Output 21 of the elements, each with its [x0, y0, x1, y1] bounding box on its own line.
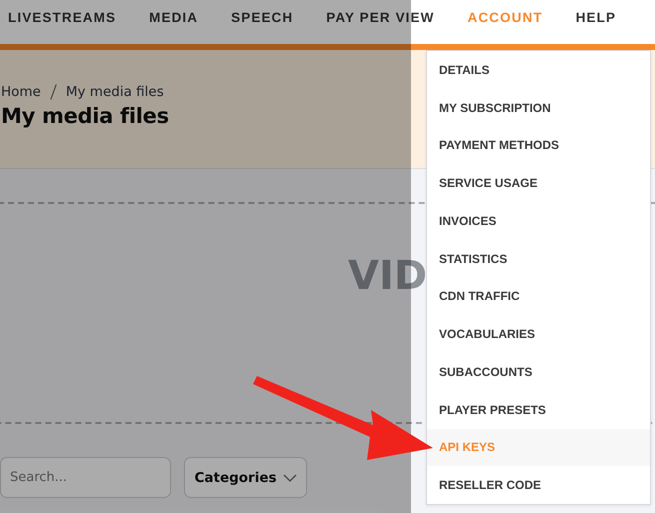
menu-item[interactable]: MY SUBSCRIPTION	[427, 88, 650, 126]
nav-link[interactable]: MEDIA	[149, 10, 198, 24]
menu-item[interactable]: INVOICES	[427, 202, 650, 240]
menu-item[interactable]: CDN TRAFFIC	[427, 278, 650, 316]
menu-item[interactable]: RESELLER CODE	[427, 466, 650, 504]
menu-item[interactable]: PAYMENT METHODS	[427, 126, 650, 164]
page-title: My media files	[1, 104, 169, 128]
nav-link[interactable]: HELP	[576, 10, 616, 24]
menu-item[interactable]: SERVICE USAGE	[427, 164, 650, 202]
breadcrumb-link[interactable]: My media files	[66, 84, 164, 100]
menu-item[interactable]: STATISTICS	[427, 240, 650, 278]
menu-item[interactable]: DETAILS	[427, 51, 650, 89]
menu-item[interactable]: VOCABULARIES	[427, 315, 650, 353]
nav-link[interactable]: SPEECH	[231, 10, 294, 24]
chevron-down-icon	[282, 474, 297, 482]
menu-item[interactable]: SUBACCOUNTS	[427, 353, 650, 391]
breadcrumb-link[interactable]: Home	[1, 84, 41, 100]
nav-link[interactable]: LIVESTREAMS	[8, 10, 116, 24]
nav-link[interactable]: PAY PER VIEW	[326, 10, 434, 24]
search-field[interactable]: Search...	[0, 457, 171, 498]
categories-dropdown[interactable]: Categories	[184, 457, 307, 498]
